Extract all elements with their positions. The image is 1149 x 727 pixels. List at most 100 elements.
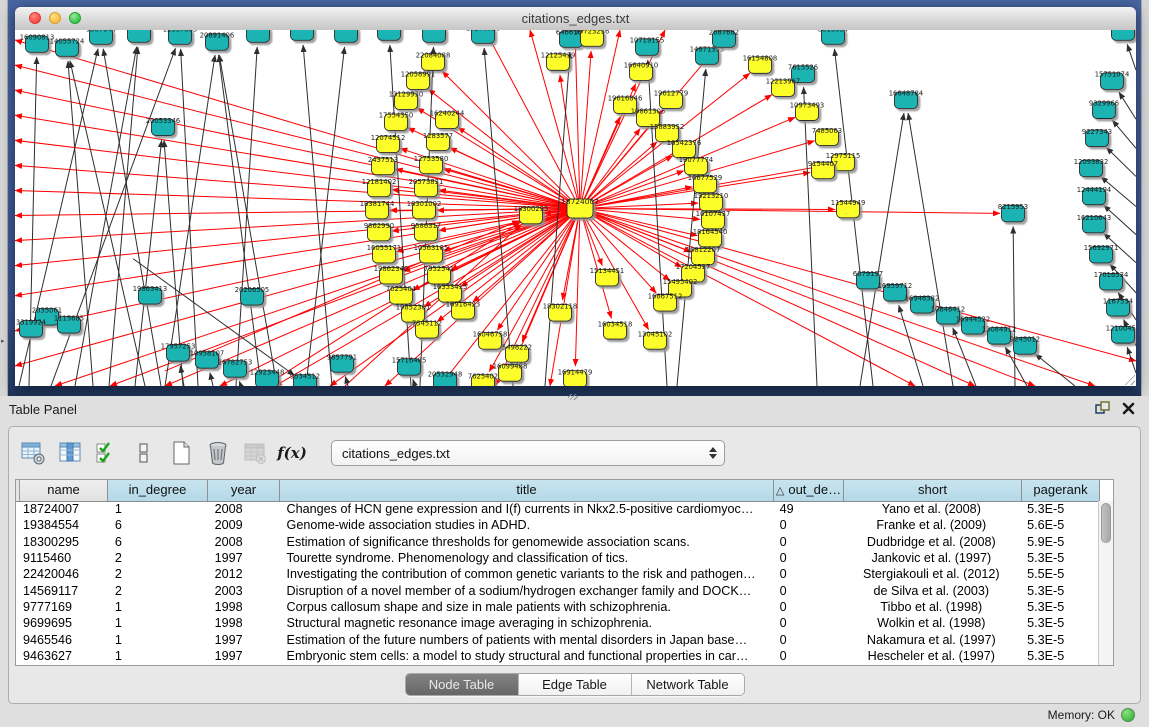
graph-node[interactable]: 16034518 bbox=[598, 320, 633, 339]
column-header-pagerank[interactable]: pagerank bbox=[1022, 480, 1100, 501]
graph-node[interactable]: 16867512 bbox=[648, 292, 683, 311]
graph-node[interactable]: 16107437 bbox=[696, 210, 731, 229]
column-header-short[interactable]: short bbox=[844, 480, 1022, 501]
graph-node[interactable]: 7952541 bbox=[424, 265, 454, 284]
graph-node[interactable]: 12213967 bbox=[766, 78, 801, 97]
graph-node[interactable]: 12100453 bbox=[1106, 324, 1136, 343]
graph-node[interactable]: 12790310 bbox=[329, 30, 364, 42]
column-header-in_degree[interactable]: in_degree bbox=[108, 480, 208, 501]
column-header-year[interactable]: year bbox=[208, 480, 280, 501]
graph-node[interactable]: 16916423 bbox=[446, 300, 481, 319]
graph-node[interactable]: 19863413 bbox=[133, 285, 168, 304]
table-row[interactable]: 946554611997Estimation of the future num… bbox=[16, 631, 1098, 647]
show-rows-icon[interactable] bbox=[130, 439, 158, 467]
graph-node[interactable]: 19862340 bbox=[374, 265, 409, 284]
graph-node[interactable]: 15751074 bbox=[1095, 71, 1130, 90]
delete-column-icon[interactable] bbox=[204, 439, 232, 467]
graph-node[interactable]: 16782753 bbox=[218, 358, 253, 377]
graph-node[interactable]: 16154808 bbox=[743, 55, 778, 74]
graph-node[interactable]: 7485063 bbox=[812, 127, 842, 146]
graph-node[interactable]: 11544949 bbox=[831, 199, 866, 218]
graph-node[interactable]: 15276026 bbox=[466, 30, 501, 43]
graph-node[interactable]: 20891406 bbox=[200, 32, 235, 51]
graph-node[interactable]: 20053346 bbox=[146, 117, 181, 136]
graph-node[interactable]: 12357865 bbox=[163, 30, 198, 44]
table-row[interactable]: 1938455462009Genome-wide association stu… bbox=[16, 517, 1098, 533]
graph-node[interactable]: 9329966 bbox=[1089, 100, 1119, 119]
table-options-icon[interactable] bbox=[19, 439, 47, 467]
graph-node[interactable]: 20532948 bbox=[428, 370, 463, 386]
show-column-icon[interactable] bbox=[56, 439, 84, 467]
select-all-icon[interactable] bbox=[93, 439, 121, 467]
graph-node[interactable]: 18164540 bbox=[693, 228, 728, 247]
graph-node[interactable]: 11154808 bbox=[1106, 30, 1136, 40]
graph-node[interactable]: 10653287 bbox=[417, 30, 452, 42]
graph-node[interactable]: 9507044 bbox=[86, 30, 116, 44]
graph-node[interactable]: 8215953 bbox=[998, 203, 1028, 222]
float-panel-icon[interactable] bbox=[1095, 401, 1110, 421]
table-row[interactable]: 911546021997Tourette syndrome. Phenomeno… bbox=[16, 550, 1098, 566]
tab-edge-table[interactable]: Edge Table bbox=[519, 674, 632, 695]
table-row[interactable]: 969969511998Structural magnetic resonanc… bbox=[16, 615, 1098, 631]
graph-node[interactable]: 9862990 bbox=[364, 222, 394, 241]
graph-node[interactable]: 16640910 bbox=[624, 62, 659, 81]
table-row[interactable]: 2242004622012Investigating the contribut… bbox=[16, 566, 1098, 582]
graph-node[interactable]: 9154407 bbox=[808, 160, 838, 179]
graph-node[interactable]: 15692971 bbox=[1084, 244, 1119, 263]
graph-node[interactable]: 1167534 bbox=[1103, 297, 1133, 316]
table-row[interactable]: 946362711997Embryonic stem cells: a mode… bbox=[16, 648, 1098, 664]
graph-node[interactable]: 16210643 bbox=[1077, 214, 1112, 233]
graph-node[interactable]: 2437513 bbox=[368, 156, 398, 175]
close-panel-icon[interactable] bbox=[1122, 402, 1135, 420]
graph-node[interactable]: 2687682 bbox=[709, 30, 739, 47]
graph-node[interactable]: 26206505 bbox=[235, 286, 270, 305]
graph-node[interactable]: 12058991 bbox=[401, 71, 436, 90]
graph-node[interactable]: 3319924 bbox=[16, 318, 46, 337]
graph-node[interactable]: 7625402 bbox=[468, 372, 498, 386]
table-row[interactable]: 1872400712008Changes of HCN gene express… bbox=[16, 501, 1098, 517]
function-builder-icon[interactable]: f(x) bbox=[278, 439, 306, 467]
graph-node[interactable]: 12753580 bbox=[414, 155, 449, 174]
column-header-title[interactable]: title bbox=[280, 480, 774, 501]
column-header-out_de[interactable]: △out_de… bbox=[774, 480, 844, 501]
graph-node[interactable]: 5498222 bbox=[502, 343, 532, 362]
graph-node[interactable]: 1283577 bbox=[423, 132, 453, 151]
tab-network-table[interactable]: Network Table bbox=[632, 674, 744, 695]
network-graph[interactable]: 1609081314055724950704418525780123578652… bbox=[15, 30, 1136, 386]
tab-node-table[interactable]: Node Table bbox=[406, 674, 519, 695]
table-row[interactable]: 977716911998Corpus callosum shape and si… bbox=[16, 599, 1098, 615]
graph-node[interactable]: 1115685 bbox=[54, 314, 84, 333]
network-canvas[interactable]: 1609081314055724950704418525780123578652… bbox=[15, 30, 1136, 386]
graph-node[interactable]: 19067553 bbox=[285, 30, 320, 40]
graph-node[interactable]: 7345112 bbox=[412, 319, 442, 338]
graph-node[interactable]: 19612779 bbox=[654, 90, 689, 109]
column-header-name[interactable]: name bbox=[20, 480, 108, 501]
graph-node[interactable]: 15673541 bbox=[241, 30, 276, 42]
graph-node[interactable]: 9857791 bbox=[327, 353, 357, 372]
graph-node[interactable]: 17016534 bbox=[1094, 271, 1129, 290]
graph-node[interactable]: 14671355 bbox=[690, 46, 725, 65]
graph-node[interactable]: 8813054 bbox=[818, 30, 848, 44]
panel-collapse-handle[interactable]: ▸ bbox=[1, 338, 6, 345]
table-row[interactable]: 1456911722003Disruption of a novel membe… bbox=[16, 582, 1098, 598]
graph-node[interactable]: 12074512 bbox=[371, 134, 406, 153]
graph-node[interactable]: 9245012 bbox=[1010, 335, 1040, 354]
graph-node[interactable]: 16914479 bbox=[558, 368, 593, 386]
graph-node[interactable]: 9586317 bbox=[411, 222, 441, 241]
graph-node[interactable]: 22084088 bbox=[416, 52, 451, 71]
graph-node[interactable]: 7625404 bbox=[386, 285, 416, 304]
table-row[interactable]: 1830029562008Estimation of significance … bbox=[16, 534, 1098, 550]
table-select-combo[interactable]: citations_edges.txt bbox=[331, 440, 725, 466]
create-column-icon[interactable] bbox=[167, 439, 195, 467]
panel-divider-grip[interactable] bbox=[568, 394, 578, 400]
network-window-titlebar[interactable]: citations_edges.txt bbox=[15, 7, 1136, 31]
graph-node[interactable]: 18301002 bbox=[407, 200, 442, 219]
graph-node[interactable]: 18302118 bbox=[543, 302, 578, 321]
graph-node[interactable]: 18381744 bbox=[360, 200, 395, 219]
graph-node[interactable]: 9534512 bbox=[290, 372, 320, 386]
graph-node[interactable]: 18525780 bbox=[122, 30, 157, 42]
graph-node[interactable]: 13213210 bbox=[694, 192, 729, 211]
graph-node[interactable]: 12093832 bbox=[1074, 158, 1109, 177]
graph-node[interactable]: 16648784 bbox=[889, 90, 924, 109]
graph-node[interactable]: 16677529 bbox=[688, 174, 723, 193]
